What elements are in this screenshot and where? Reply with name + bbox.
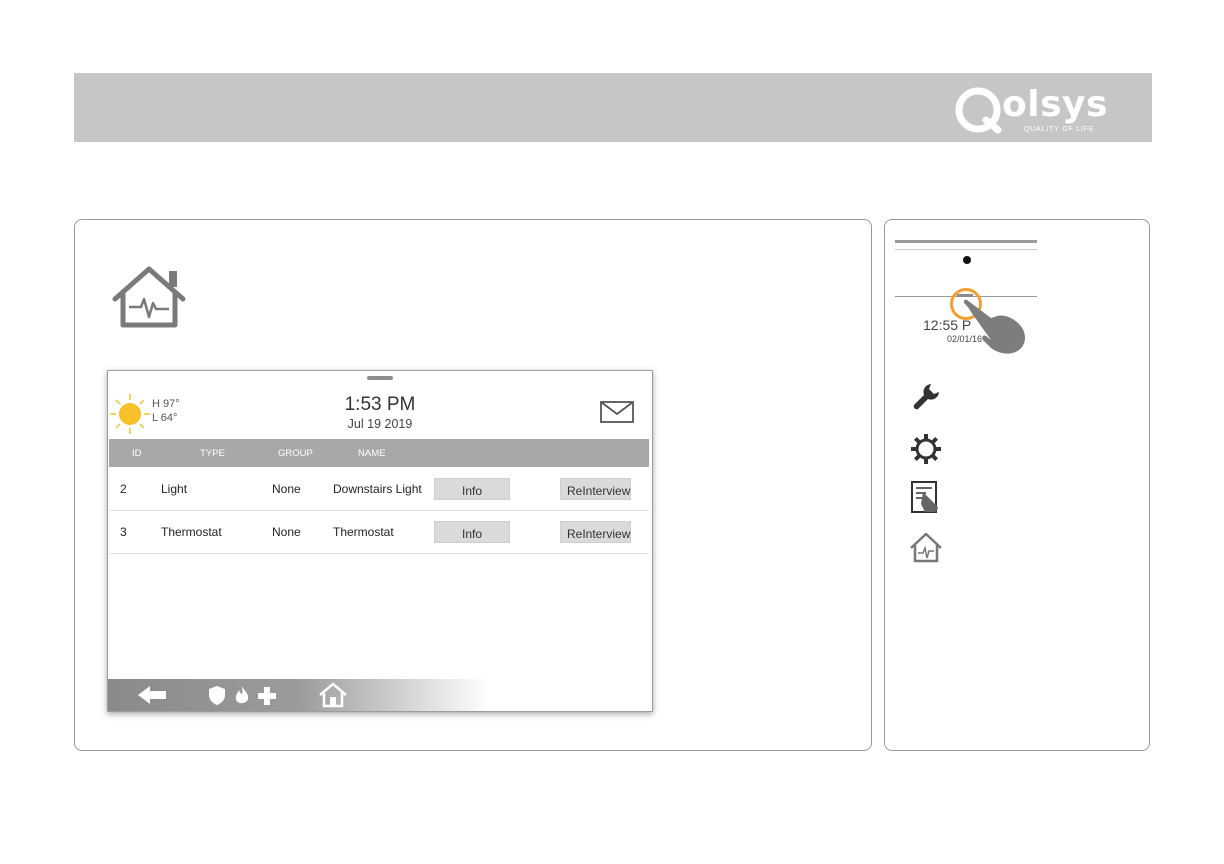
clock-date: Jul 19 2019 — [347, 417, 413, 431]
column-type: TYPE — [200, 448, 225, 459]
wrench-icon — [913, 384, 939, 410]
fire-icon[interactable] — [233, 685, 251, 706]
row-type: Light — [161, 482, 188, 496]
row-type: Thermostat — [161, 525, 222, 539]
footer-bar — [108, 679, 652, 711]
logo-tagline: QUALITY OF LIFE — [1024, 126, 1095, 133]
screen-top-edge — [895, 240, 1037, 243]
shield-icon[interactable] — [208, 685, 226, 706]
table-row: 2 Light None Downstairs Light Info ReInt… — [109, 468, 649, 511]
qolsys-logo: olsys QUALITY OF LIFE — [954, 82, 1134, 134]
row-group: None — [272, 525, 301, 539]
gear-icon — [911, 434, 941, 464]
info-button[interactable]: Info — [434, 478, 510, 500]
row-id: 3 — [120, 525, 127, 539]
column-name: NAME — [358, 448, 386, 459]
row-name: Downstairs Light — [333, 482, 422, 496]
camera-dot — [963, 256, 971, 264]
row-id: 2 — [120, 482, 127, 496]
installation-icon — [911, 481, 938, 513]
row-name: Thermostat — [333, 525, 394, 539]
reinterview-button[interactable]: ReInterview — [560, 478, 631, 500]
home-icon[interactable] — [318, 682, 348, 708]
row-group: None — [272, 482, 301, 496]
hand-pointer-icon — [963, 299, 1025, 354]
panel-screen: H 97° L 64° 1:53 PM Jul 19 2019 ID TYPE … — [107, 370, 653, 712]
smart-home-icon — [910, 532, 942, 563]
pull-down-illustration: 12:55 P 02/01/16 — [895, 240, 1037, 360]
info-button[interactable]: Info — [434, 521, 510, 543]
table-header: ID TYPE GROUP NAME — [109, 439, 649, 467]
plus-icon[interactable] — [257, 686, 277, 706]
side-panel: 12:55 P 02/01/16 — [884, 219, 1150, 751]
column-group: GROUP — [278, 448, 313, 459]
clock: 1:53 PM Jul 19 2019 — [108, 394, 652, 432]
back-arrow-icon[interactable] — [136, 684, 168, 706]
main-panel: H 97° L 64° 1:53 PM Jul 19 2019 ID TYPE … — [74, 219, 872, 751]
pull-tab-mini — [957, 294, 973, 297]
header-bar: olsys QUALITY OF LIFE — [74, 73, 1152, 142]
pull-down-tab[interactable] — [367, 376, 393, 380]
table-row: 3 Thermostat None Thermostat Info ReInte… — [109, 511, 649, 554]
logo-wordmark: olsys — [1002, 84, 1108, 125]
reinterview-button[interactable]: ReInterview — [560, 521, 631, 543]
clock-time: 1:53 PM — [344, 394, 416, 415]
divider — [895, 249, 1037, 250]
mail-icon[interactable] — [600, 401, 634, 423]
smart-home-icon — [112, 266, 186, 328]
column-id: ID — [132, 448, 142, 459]
